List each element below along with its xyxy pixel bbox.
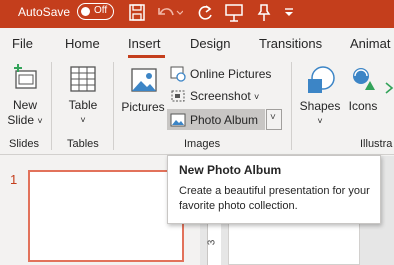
group-label-slides: Slides [9,138,39,150]
group-overflow-arrow [384,80,394,100]
pictures-button[interactable]: Pictures [118,66,168,114]
online-pictures-icon [170,66,186,82]
tooltip-title: New Photo Album [179,163,282,177]
tooltip-body: Create a beautiful presentation for your… [179,185,370,212]
tab-home[interactable]: Home [65,36,100,51]
icons-label: Icons [348,99,378,113]
autosave-toggle[interactable]: Off [77,3,114,20]
tab-transitions[interactable]: Transitions [259,36,322,51]
table-label: Table [68,98,98,112]
toggle-state: Off [94,5,108,16]
photo-album-dropdown[interactable]: ˅ [266,109,282,130]
group-separator [51,62,52,150]
new-slide-button[interactable]: New Slide ˅ [4,64,46,129]
tab-design[interactable]: Design [190,36,230,51]
icons-icon [353,68,375,90]
screenshot-icon [171,90,185,102]
save-icon[interactable] [128,3,146,23]
redo-icon[interactable] [196,3,214,23]
new-slide-label-2: Slide [7,113,35,127]
table-button[interactable]: Table ˅ [60,64,106,128]
autosave-label: AutoSave [18,5,71,19]
tab-animations[interactable]: Animat [350,36,390,51]
chevron-down-icon: ˅ [37,116,43,126]
ribbon: New Slide ˅ Slides Table ˅ Tables Pictur… [0,58,394,155]
photo-album-icon [170,113,186,127]
slide-thumbnail[interactable] [28,170,184,262]
online-pictures-label: Online Pictures [190,67,272,81]
customize-chevron-icon[interactable] [283,3,295,23]
toggle-knob [81,7,90,16]
tab-insert[interactable]: Insert [128,36,161,51]
slide-number: 1 [10,172,18,187]
table-icon [70,66,96,92]
icons-button[interactable]: Icons [343,64,383,113]
tooltip: New Photo Album Create a beautiful prese… [167,155,381,224]
chevron-down-icon: ˅ [254,92,260,102]
chevron-down-icon: ˅ [80,115,86,125]
group-separator [291,62,292,150]
group-separator [113,62,114,150]
group-label-illustrations: Illustra [360,138,393,150]
screenshot-label: Screenshot ˅ [190,86,259,107]
present-icon[interactable] [224,3,244,23]
pictures-label: Pictures [121,100,165,114]
ruler-mark: 3 [206,239,218,246]
undo-icon[interactable] [155,3,183,23]
group-label-images: Images [184,138,221,150]
shapes-label: Shapes [299,99,341,113]
chevron-down-icon: ˅ [317,116,323,126]
pin-icon[interactable] [254,3,274,23]
pictures-icon [131,68,157,92]
new-slide-label-1: New [12,98,37,112]
group-label-tables: Tables [67,138,99,150]
screenshot-text: Screenshot [190,89,251,103]
ribbon-tabs: File Home Insert Design Transitions Anim… [0,28,394,58]
chevron-down-icon: ˅ [270,112,276,123]
shapes-icon [308,66,335,93]
shapes-button[interactable]: Shapes ˅ [297,64,343,129]
tab-file[interactable]: File [12,36,33,51]
photo-album-label: Photo Album [190,113,259,127]
title-bar: AutoSave Off [0,0,394,28]
new-slide-icon [14,64,37,89]
